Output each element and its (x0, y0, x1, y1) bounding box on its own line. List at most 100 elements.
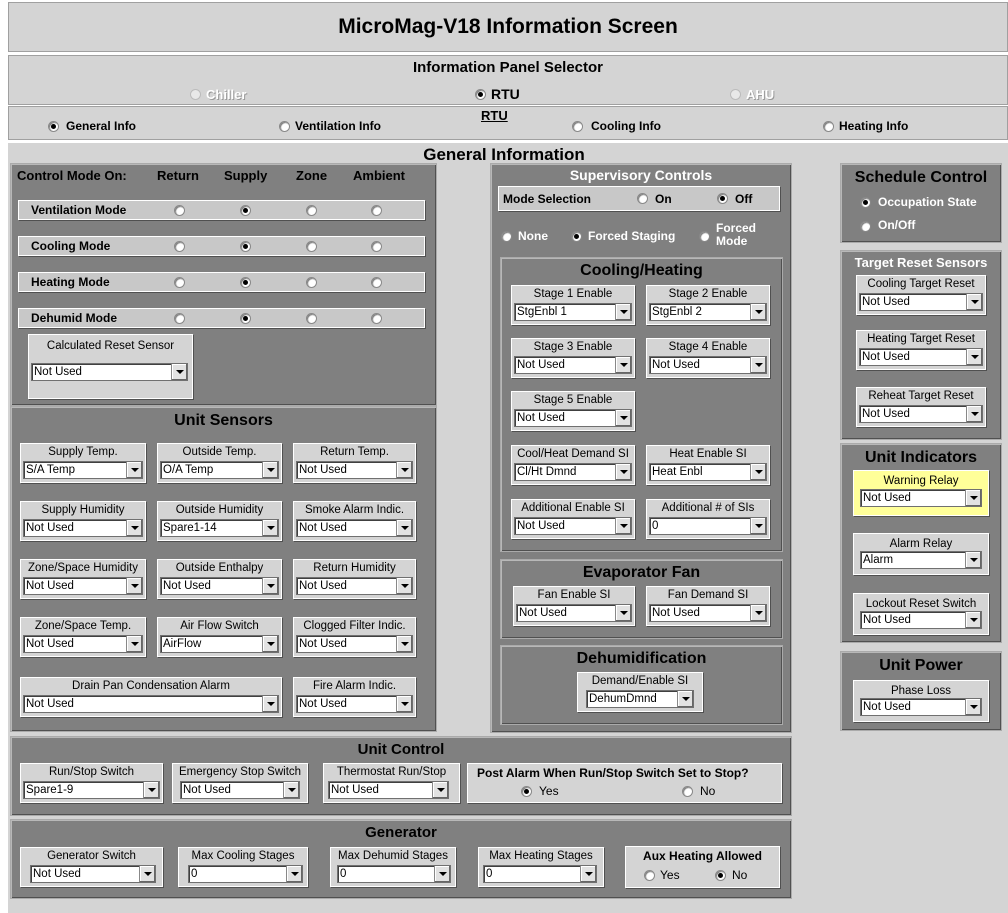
control-select[interactable]: Not Used (328, 781, 449, 799)
control-select[interactable]: Not Used (180, 781, 300, 799)
chevron-down-icon[interactable] (966, 294, 982, 310)
mode-radio-zone[interactable] (306, 277, 317, 288)
mode-radio-ambient[interactable] (371, 241, 382, 252)
mode-radio-supply[interactable] (240, 313, 251, 324)
generator-select[interactable]: Not Used (30, 865, 156, 883)
dehumid-select[interactable]: DehumDmnd (586, 690, 694, 708)
supervisory-off-radio[interactable] (717, 193, 728, 204)
chevron-down-icon[interactable] (615, 605, 631, 621)
chevron-down-icon[interactable] (126, 462, 142, 478)
chevron-down-icon[interactable] (965, 490, 981, 506)
chevron-down-icon[interactable] (434, 866, 450, 882)
unit-radio-ahu[interactable] (730, 89, 741, 100)
sensor-select[interactable]: Not Used (296, 577, 413, 595)
generator-select[interactable]: 0 (483, 865, 597, 883)
fan-select[interactable]: Not Used (649, 604, 767, 622)
chevron-down-icon[interactable] (966, 406, 982, 422)
schedule-onoff-radio[interactable] (860, 221, 871, 232)
chevron-down-icon[interactable] (615, 304, 631, 320)
chevron-down-icon[interactable] (615, 410, 631, 426)
chevron-down-icon[interactable] (966, 349, 982, 365)
tab-general-info-radio[interactable] (48, 121, 59, 132)
stage-select[interactable]: 0 (649, 517, 767, 535)
sensor-select[interactable]: Not Used (296, 461, 413, 479)
chevron-down-icon[interactable] (286, 866, 302, 882)
mode-radio-return[interactable] (174, 241, 185, 252)
chevron-down-icon[interactable] (965, 552, 981, 568)
chevron-down-icon[interactable] (396, 578, 412, 594)
chevron-down-icon[interactable] (139, 866, 155, 882)
chevron-down-icon[interactable] (126, 578, 142, 594)
relay-select[interactable]: Not Used (860, 489, 982, 507)
sensor-select[interactable]: Not Used (23, 519, 143, 537)
mode-radio-return[interactable] (174, 205, 185, 216)
chevron-down-icon[interactable] (750, 357, 766, 373)
chevron-down-icon[interactable] (262, 696, 278, 712)
chevron-down-icon[interactable] (262, 578, 278, 594)
power-select[interactable]: Not Used (860, 698, 982, 716)
mode-radio-return[interactable] (174, 313, 185, 324)
generator-select[interactable]: 0 (337, 865, 451, 883)
stage-select[interactable]: Heat Enbl (649, 463, 767, 481)
chevron-down-icon[interactable] (396, 520, 412, 536)
sensor-select[interactable]: O/A Temp (160, 461, 279, 479)
chevron-down-icon[interactable] (396, 636, 412, 652)
sensor-select[interactable]: Not Used (23, 695, 279, 713)
reset-select[interactable]: Not Used (859, 293, 983, 311)
sensor-select[interactable]: Not Used (23, 635, 143, 653)
sensor-select[interactable]: AirFlow (160, 635, 279, 653)
chevron-down-icon[interactable] (262, 520, 278, 536)
stage-select[interactable]: StgEnbl 2 (649, 303, 767, 321)
calculated-reset-sensor-select[interactable]: Not Used (31, 363, 188, 381)
mode-radio-ambient[interactable] (371, 205, 382, 216)
sensor-select[interactable]: Not Used (160, 577, 279, 595)
chevron-down-icon[interactable] (396, 462, 412, 478)
sensor-select[interactable]: Not Used (23, 577, 143, 595)
chevron-down-icon[interactable] (677, 691, 693, 707)
post-alarm-yes-radio[interactable] (521, 786, 532, 797)
mode-radio-zone[interactable] (306, 205, 317, 216)
stage-select[interactable]: Not Used (649, 356, 767, 374)
reset-select[interactable]: Not Used (859, 348, 983, 366)
aux-yes-radio[interactable] (644, 870, 655, 881)
mode-radio-supply[interactable] (240, 241, 251, 252)
chevron-down-icon[interactable] (750, 605, 766, 621)
stage-select[interactable]: Not Used (514, 409, 632, 427)
mode-radio-zone[interactable] (306, 241, 317, 252)
relay-select[interactable]: Alarm (860, 551, 982, 569)
mode-radio-ambient[interactable] (371, 313, 382, 324)
reset-select[interactable]: Not Used (859, 405, 983, 423)
post-alarm-no-radio[interactable] (682, 786, 693, 797)
tab-cooling-info[interactable]: Cooling Info (591, 119, 661, 133)
chevron-down-icon[interactable] (615, 357, 631, 373)
chevron-down-icon[interactable] (750, 304, 766, 320)
schedule-occupation-radio[interactable] (860, 197, 871, 208)
force-none-radio[interactable] (501, 231, 512, 242)
mode-radio-ambient[interactable] (371, 277, 382, 288)
chevron-down-icon[interactable] (580, 866, 596, 882)
stage-select[interactable]: Not Used (514, 517, 632, 535)
chevron-down-icon[interactable] (750, 518, 766, 534)
sensor-select[interactable]: Not Used (296, 695, 413, 713)
forced-staging-radio[interactable] (571, 231, 582, 242)
sensor-select[interactable]: S/A Temp (23, 461, 143, 479)
chevron-down-icon[interactable] (262, 636, 278, 652)
chevron-down-icon[interactable] (750, 464, 766, 480)
aux-no-radio[interactable] (715, 870, 726, 881)
chevron-down-icon[interactable] (143, 782, 159, 798)
stage-select[interactable]: StgEnbl 1 (514, 303, 632, 321)
tab-cooling-info-radio[interactable] (572, 121, 583, 132)
chevron-down-icon[interactable] (126, 636, 142, 652)
mode-radio-zone[interactable] (306, 313, 317, 324)
mode-radio-supply[interactable] (240, 277, 251, 288)
tab-ventilation-info-radio[interactable] (279, 121, 290, 132)
stage-select[interactable]: Not Used (514, 356, 632, 374)
sensor-select[interactable]: Not Used (296, 635, 413, 653)
chevron-down-icon[interactable] (262, 462, 278, 478)
tab-heating-info[interactable]: Heating Info (839, 119, 908, 133)
sensor-select[interactable]: Not Used (296, 519, 413, 537)
mode-radio-supply[interactable] (240, 205, 251, 216)
unit-radio-chiller[interactable] (190, 89, 201, 100)
chevron-down-icon[interactable] (965, 612, 981, 628)
fan-select[interactable]: Not Used (516, 604, 632, 622)
